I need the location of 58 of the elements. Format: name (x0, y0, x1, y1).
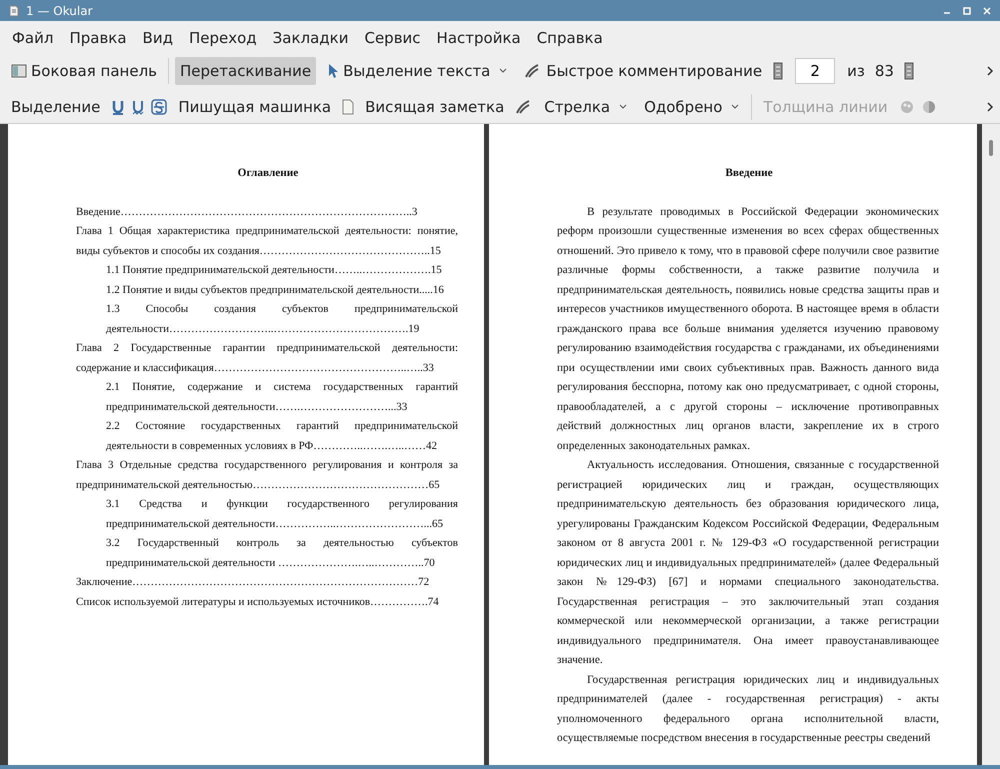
toc-entry: Глава 2 Государственные гарантии предпринимательской деятельности: содержание и классификация……………………………………………..…..33 (76, 341, 458, 376)
toc-entry: Введение……………………………………………………………………..3 (76, 204, 418, 220)
caret-icon (618, 103, 628, 111)
strikethrough-icon[interactable] (151, 99, 168, 115)
next-page-icon[interactable] (904, 62, 914, 80)
opacity-icon[interactable] (920, 99, 937, 115)
page-number-field[interactable]: 2 (795, 58, 836, 84)
chevron-right-icon[interactable] (986, 101, 994, 113)
page-of-label: из (847, 62, 865, 80)
squiggly-underline-icon[interactable] (131, 99, 146, 115)
stamp-button[interactable]: Одобрено (639, 93, 746, 121)
page-heading: Оглавление (236, 166, 300, 181)
toc-entry: Глава 3 Отдельные средства государственного регулирования и контроля за предпринимательской деятельностью…………………………………………65 (76, 458, 458, 492)
page-heading: Введение (724, 166, 774, 181)
menu-item[interactable]: Файл (4, 27, 62, 49)
toc-entry: 1.1 Понятие предпринимательской деятельности……..……………….15 (105, 263, 443, 278)
toc-entry: 2.2 Состояние государственных гарантий предпринимательской деятельности в современных условиях в РФ…………..…….…..……42 (105, 419, 458, 454)
menu-item[interactable]: Правка (61, 27, 135, 49)
window-title: 1 — Okular (26, 4, 94, 18)
menu-item[interactable]: Вид (134, 27, 181, 49)
underline-icon[interactable] (111, 99, 126, 115)
toc-entry: 3.1 Средства и функции государственного регулирования предпринимательской деятельности……………..……………………...65 (105, 497, 458, 532)
menu-item[interactable]: Закладки (264, 27, 356, 49)
menu-item[interactable]: Переход (180, 27, 265, 49)
highlight-button[interactable]: Выделение (6, 93, 106, 121)
menu-item[interactable]: Справка (528, 27, 611, 49)
toc-entry: Заключение……………………………………………………………………72 (76, 575, 430, 590)
page-count: 83 (874, 62, 894, 80)
scrollbar[interactable] (982, 124, 1000, 765)
menu-item[interactable]: Настройка (428, 27, 529, 49)
maximize-icon[interactable] (962, 6, 972, 16)
toc-entry: Список используемой литературы и используемых источников…………….74 (76, 594, 440, 610)
toc-entry: 2.1 Понятие, содержание и система государственных гарантий предпринимательской деятельности…….……………………...33 (105, 380, 458, 414)
toc-entry: 3.2 Государственный контроль за деятельностью субъектов предпринимательской деятельности ………………….…..…………..70 (105, 536, 458, 570)
sidebar-icon (11, 64, 27, 78)
toc-entry: 1.2 Понятие и виды субъектов предпринимательской деятельности.....16 (105, 282, 445, 298)
scrollbar-thumb[interactable] (989, 140, 993, 156)
tool-button[interactable]: Перетаскивание (175, 57, 316, 85)
toc-entry: Глава 1 Общая характеристика предпринимательской деятельности: понятие, виды субъектов и способы их создания………………………………………..15 (76, 224, 458, 258)
toc-entry: 1.3 Способы создания субъектов предпринимательской деятельности………………………..……………………………….19 (105, 302, 458, 336)
tool-button[interactable]: Выделение текста (322, 57, 514, 85)
typewriter-button[interactable]: Пишущая машинка (173, 93, 336, 121)
app-icon (8, 4, 20, 16)
previous-page-icon[interactable] (773, 62, 784, 80)
paragraph: В результате проводимых в Российской Федерации экономических реформ произошли существенные изменения во всех сферах общественных отношений. Это привело к тому, что в правовой сфере получили свое развитие различные формы собственности, а также развитие получила и предпринимательская деятельность, появились новые средства защиты прав и интересов участников имущественного оборота. В настоящее время в области гражданского права все больше внимания уделяется изучению правовому регулированию взаимодействия государства с гражданами, их объединениями при осуществлении ими своих субъективных прав. Важность данного вида регулирования бесспорна, потому как оно предусматривает, с одной стороны, правообладателей, а с другой стороны – исключение противоправных действий должностных лиц органов власти, закрепление их в строго определенных законодательных рамках. (557, 204, 939, 454)
caret-icon (730, 103, 740, 111)
tool-button[interactable]: Быстрое комментирование (519, 57, 768, 85)
paragraph: Актуальность исследования. Отношения, связанные с государственной регистрацией юридических лиц и граждан, осуществляющих предпринимательскую деятельность без образования юридического лица, урегулированы Гражданским Кодексом Российской Федерации, Федеральным законом от 8 августа 2001 г. № 129-ФЗ «О государственной регистрации юридических лиц и индивидуальных предпринимателей» (далее Федеральный закон №129-ФЗ) [67] и нормами специального законодательства. Государственная регистрация – это заключительный этап создания коммерческой или некоммерческой организации, а также регистрации индивидуального предпринимателя. Она имеет правоустанавливающее значение. (557, 458, 939, 668)
arrow-tool-button[interactable]: Стрелка (539, 93, 634, 121)
close-icon[interactable] (982, 6, 992, 16)
sticky-note-button[interactable]: Висящая заметка (360, 93, 510, 121)
chevron-right-icon[interactable] (986, 65, 994, 77)
sidebar-button[interactable]: Боковая панель (6, 57, 162, 85)
cursor-icon (327, 63, 340, 79)
paragraph: Государственная регистрация юридических лиц и индивидуальных предпринимателей (далее - государственная регистрация) - акты уполномоченного федерального органа исполнительной власти, осуществляемые посредством внесения в государственные реестры сведений (557, 672, 939, 746)
menu-item[interactable]: Сервис (356, 27, 429, 49)
caret-icon (498, 67, 508, 75)
note-icon[interactable] (342, 99, 354, 115)
